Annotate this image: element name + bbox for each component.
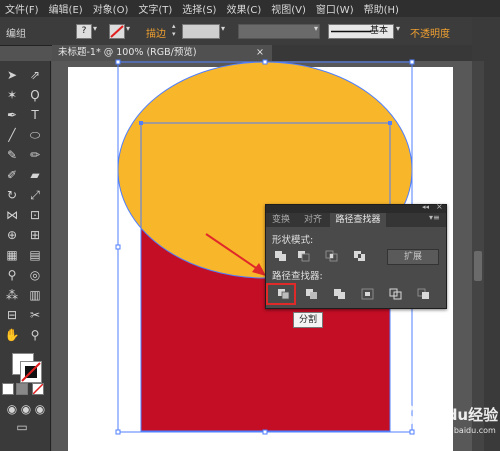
scrollbar-thumb[interactable]	[474, 251, 482, 281]
type-tool-icon[interactable]: T	[27, 107, 43, 123]
watermark-url: jingyan.baidu.com	[422, 426, 496, 435]
gradient-mode-icon[interactable]	[16, 383, 28, 395]
unite-icon[interactable]	[273, 249, 289, 263]
line-tool-icon[interactable]: ╱	[4, 127, 20, 143]
panel-header[interactable]: ◂◂ ×	[266, 202, 446, 213]
exclude-icon[interactable]	[352, 249, 368, 263]
perspective-grid-tool-icon[interactable]: ⊞	[27, 227, 43, 243]
pencil-tool-icon[interactable]: ✏	[27, 147, 43, 163]
crop-icon[interactable]	[360, 287, 376, 301]
collapse-icon[interactable]: ◂◂	[422, 203, 429, 211]
slice-tool-icon[interactable]: ✂	[27, 307, 43, 323]
screen-mode-icon[interactable]: ▭	[14, 419, 30, 435]
stroke-color-swatch[interactable]	[20, 361, 42, 383]
blob-brush-tool-icon[interactable]: ✐	[4, 167, 20, 183]
eyedropper-tool-icon[interactable]: ⚲	[4, 267, 20, 283]
none-mode-icon[interactable]	[32, 383, 44, 395]
merge-icon[interactable]	[332, 287, 348, 301]
divide-highlight-box	[266, 283, 296, 305]
scale-tool-icon[interactable]: ⤢	[27, 187, 43, 203]
minus-back-icon[interactable]	[416, 287, 432, 301]
panel-menu-icon[interactable]: ▾≡	[429, 213, 440, 222]
vertical-scrollbar[interactable]	[472, 61, 484, 451]
panel-tabs: 变换 对齐 路径查找器 ▾≡	[266, 213, 446, 227]
tooltip: 分割	[293, 312, 323, 328]
tab-align[interactable]: 对齐	[298, 213, 328, 227]
pathfinders-label: 路径查找器:	[272, 271, 323, 282]
watermark-brand: Baidu经验	[420, 406, 499, 424]
magic-wand-tool-icon[interactable]: ✶	[4, 87, 20, 103]
column-graph-tool-icon[interactable]: ▥	[27, 287, 43, 303]
color-mode-icon[interactable]	[2, 383, 14, 395]
free-transform-tool-icon[interactable]: ⊡	[27, 207, 43, 223]
paintbrush-tool-icon[interactable]: ✎	[4, 147, 20, 163]
blend-tool-icon[interactable]: ◎	[27, 267, 43, 283]
hand-tool-icon[interactable]: ✋	[4, 327, 20, 343]
gradient-tool-icon[interactable]: ▤	[27, 247, 43, 263]
mesh-tool-icon[interactable]: ▦	[4, 247, 20, 263]
direct-selection-tool-icon[interactable]: ⇗	[27, 67, 43, 83]
zoom-tool-icon[interactable]: ⚲	[27, 327, 43, 343]
intersect-icon[interactable]	[324, 249, 340, 263]
shape-builder-tool-icon[interactable]: ⊕	[4, 227, 20, 243]
symbol-sprayer-tool-icon[interactable]: ⁂	[4, 287, 20, 303]
artboard-tool-icon[interactable]: ⊟	[4, 307, 20, 323]
tab-pathfinder[interactable]: 路径查找器	[330, 213, 386, 227]
outline-icon[interactable]	[388, 287, 404, 301]
pen-tool-icon[interactable]: ✒	[4, 107, 20, 123]
expand-button[interactable]: 扩展	[387, 249, 439, 265]
eraser-tool-icon[interactable]: ▰	[27, 167, 43, 183]
draw-inside-icon[interactable]: ◉	[32, 401, 48, 417]
selection-tool-icon[interactable]: ➤	[4, 67, 20, 83]
tab-transform[interactable]: 变换	[266, 213, 296, 227]
width-tool-icon[interactable]: ⋈	[4, 207, 20, 223]
trim-icon[interactable]	[304, 287, 320, 301]
no-stroke-icon	[21, 362, 41, 382]
tools-panel: ➤ ⇗ ✶ Ϙ ✒ T ╱ ⬭ ✎ ✏ ✐ ▰ ↻ ⤢ ⋈ ⊡ ⊕ ⊞ ▦ ▤ …	[0, 61, 51, 451]
none-slash-icon	[32, 383, 44, 395]
minus-front-icon[interactable]	[296, 249, 312, 263]
ellipse-tool-icon[interactable]: ⬭	[27, 127, 43, 143]
rotate-tool-icon[interactable]: ↻	[4, 187, 20, 203]
lasso-tool-icon[interactable]: Ϙ	[27, 87, 43, 103]
shape-modes-label: 形状模式:	[272, 235, 314, 246]
watermark-logo: Baidu经验 jingyan.baidu.com	[386, 398, 498, 442]
close-icon[interactable]: ×	[436, 202, 443, 211]
